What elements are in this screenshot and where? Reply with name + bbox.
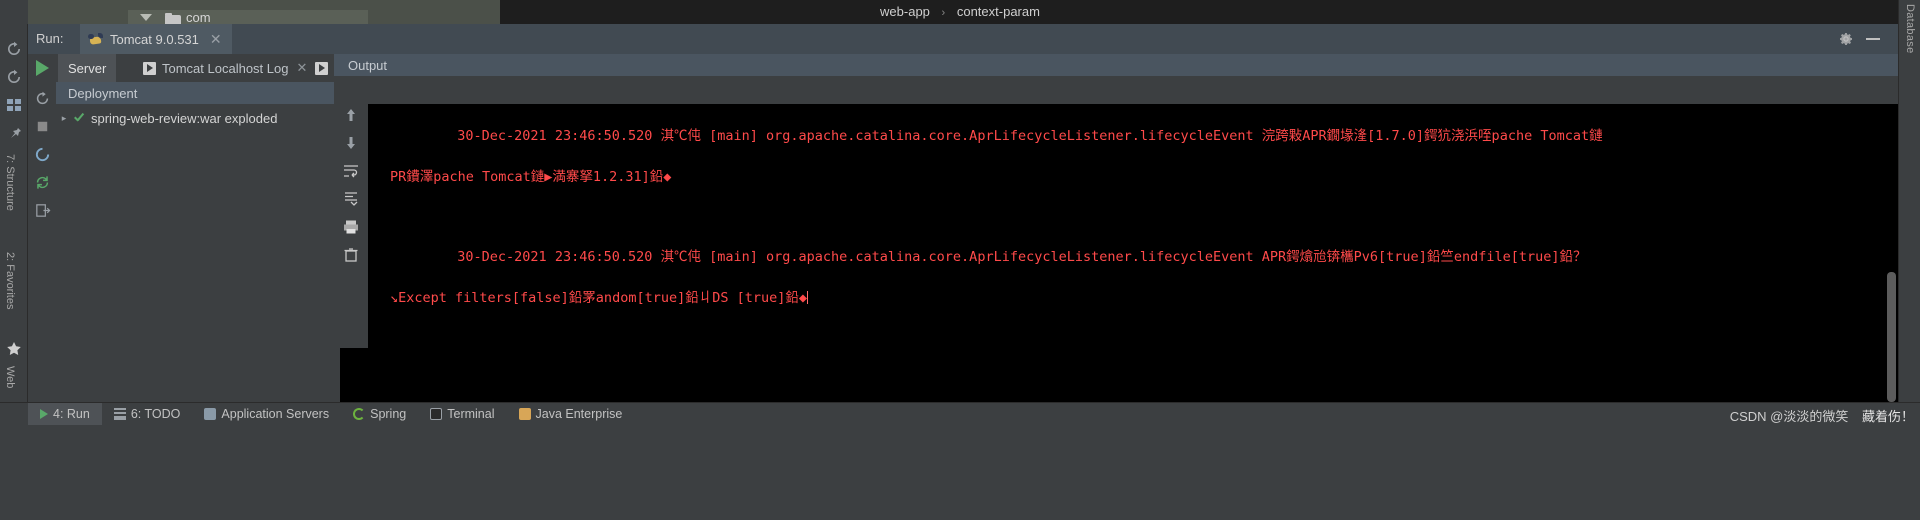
log-icon — [315, 61, 328, 75]
star-icon[interactable] — [5, 340, 23, 358]
tab-localhost-label: Tomcat Localhost Log — [162, 60, 289, 76]
log-line-cont: PR鐨澤pache Tomcat鏈▶︎満寨拏1.2.31]鉛◆ — [390, 168, 672, 185]
deployment-panel: Deployment ▸ spring-web-review:war explo… — [56, 82, 334, 402]
exit-icon[interactable] — [34, 202, 51, 219]
status-item-java-enterprise[interactable]: Java Enterprise — [507, 403, 635, 425]
run-toolbar-bg — [28, 24, 1898, 54]
deployment-header: Deployment — [56, 82, 334, 104]
breadcrumb-separator: › — [941, 7, 946, 19]
play-icon — [40, 408, 48, 419]
rerun-icon[interactable] — [34, 90, 51, 107]
text-caret — [807, 290, 808, 304]
tool-window-web[interactable]: Web — [4, 366, 16, 388]
watermark-right: 藏着伤！ — [1861, 409, 1914, 424]
run-action-rail — [28, 82, 56, 402]
output-header: Output — [334, 54, 1898, 76]
rerun-circle-icon[interactable] — [5, 68, 23, 86]
terminal-icon — [430, 407, 443, 420]
tool-window-favorites[interactable]: 2: Favorites — [4, 252, 16, 309]
status-item-java-label: Java Enterprise — [535, 406, 623, 421]
status-item-appservers-label: Application Servers — [221, 406, 330, 421]
log-icon — [143, 61, 156, 75]
log-line: 30-Dec-2021 23:46:50.520 淇℃伅 [main] org.… — [376, 106, 1603, 227]
trash-icon[interactable] — [342, 246, 360, 264]
ide-window: com web-app › context-param Database Mav… — [0, 0, 1920, 520]
tab-tomcat-localhost-log[interactable]: Tomcat Localhost Log ✕ — [133, 54, 317, 82]
redeploy-icon[interactable] — [34, 146, 51, 163]
arrow-down-icon[interactable] — [342, 134, 360, 152]
todo-icon — [113, 407, 126, 420]
module-icon[interactable] — [5, 96, 23, 114]
status-item-run[interactable]: 4: Run — [28, 402, 102, 425]
pin-icon[interactable] — [5, 124, 23, 142]
tab-server-label: Server — [68, 60, 107, 76]
check-icon — [72, 111, 86, 125]
gear-icon[interactable] — [1838, 31, 1854, 47]
console-bleed — [340, 348, 1870, 402]
top-strip: com web-app › context-param — [0, 0, 1920, 25]
spring-icon — [353, 407, 366, 420]
server-icon — [204, 407, 217, 420]
list-item[interactable]: ▸ spring-web-review:war exploded — [56, 108, 334, 128]
arrow-up-icon[interactable] — [342, 106, 360, 124]
log-line: 30-Dec-2021 23:46:50.520 淇℃伅 [main] org.… — [376, 227, 1603, 348]
print-icon[interactable] — [342, 218, 360, 236]
deployment-list: ▸ spring-web-review:war exploded — [56, 104, 334, 402]
status-item-run-label: 4: Run — [53, 406, 90, 421]
tool-window-database[interactable]: Database — [1904, 4, 1916, 54]
update-icon[interactable] — [34, 174, 51, 191]
status-item-terminal-label: Terminal — [447, 406, 495, 421]
status-item-application-servers[interactable]: Application Servers — [192, 403, 341, 425]
status-item-spring[interactable]: Spring — [341, 403, 418, 425]
minimize-icon[interactable] — [1866, 38, 1880, 40]
breadcrumb-item-1[interactable]: context-param — [957, 4, 1040, 19]
scroll-to-end-icon[interactable] — [342, 190, 360, 208]
run-play-icon[interactable] — [36, 60, 49, 76]
log-line-main: 30-Dec-2021 23:46:50.520 淇℃伅 [main] org.… — [457, 128, 1603, 145]
tab-server[interactable]: Server — [58, 54, 117, 82]
breadcrumb: web-app › context-param — [0, 0, 1920, 24]
java-icon — [518, 407, 531, 420]
tool-window-structure[interactable]: 7: Structure — [4, 154, 16, 211]
status-item-todo[interactable]: 6: TODO — [102, 403, 193, 425]
status-bar: 4: Run 6: TODO Application Servers Sprin… — [0, 402, 1920, 520]
run-tab-label: Tomcat 9.0.531 — [110, 31, 199, 47]
run-toolbar: Run: Tomcat 9.0.531 ✕ — [28, 24, 1898, 54]
log-line-cont: ↘Except filters[false]鉛罞andom[true]鉛丩DS … — [390, 289, 808, 306]
status-item-terminal[interactable]: Terminal — [418, 403, 506, 425]
console-scrollbar-thumb[interactable] — [1887, 272, 1896, 402]
watermark-left: CSDN @淡淡的微笑 — [1729, 409, 1849, 424]
status-item-todo-label: 6: TODO — [130, 406, 181, 421]
rerun-icon[interactable] — [5, 40, 23, 58]
breadcrumb-item-0[interactable]: web-app — [880, 4, 930, 19]
watermark: CSDN @淡淡的微笑 藏着伤！ — [1730, 406, 1914, 425]
tomcat-icon — [88, 32, 103, 46]
stop-icon[interactable] — [34, 118, 51, 135]
log-line-main: 30-Dec-2021 23:46:50.520 淇℃伅 [main] org.… — [457, 249, 1587, 266]
run-label: Run: — [36, 31, 64, 46]
chevron-right-icon[interactable]: ▸ — [56, 113, 72, 124]
status-bar-row: 4: Run 6: TODO Application Servers Sprin… — [0, 402, 1920, 425]
status-item-spring-label: Spring — [370, 406, 407, 421]
soft-wrap-icon[interactable] — [342, 162, 360, 180]
close-icon[interactable]: ✕ — [210, 31, 222, 48]
deployment-item-label: spring-web-review:war exploded — [91, 110, 278, 126]
run-tab-tomcat[interactable]: Tomcat 9.0.531 ✕ — [80, 24, 232, 54]
